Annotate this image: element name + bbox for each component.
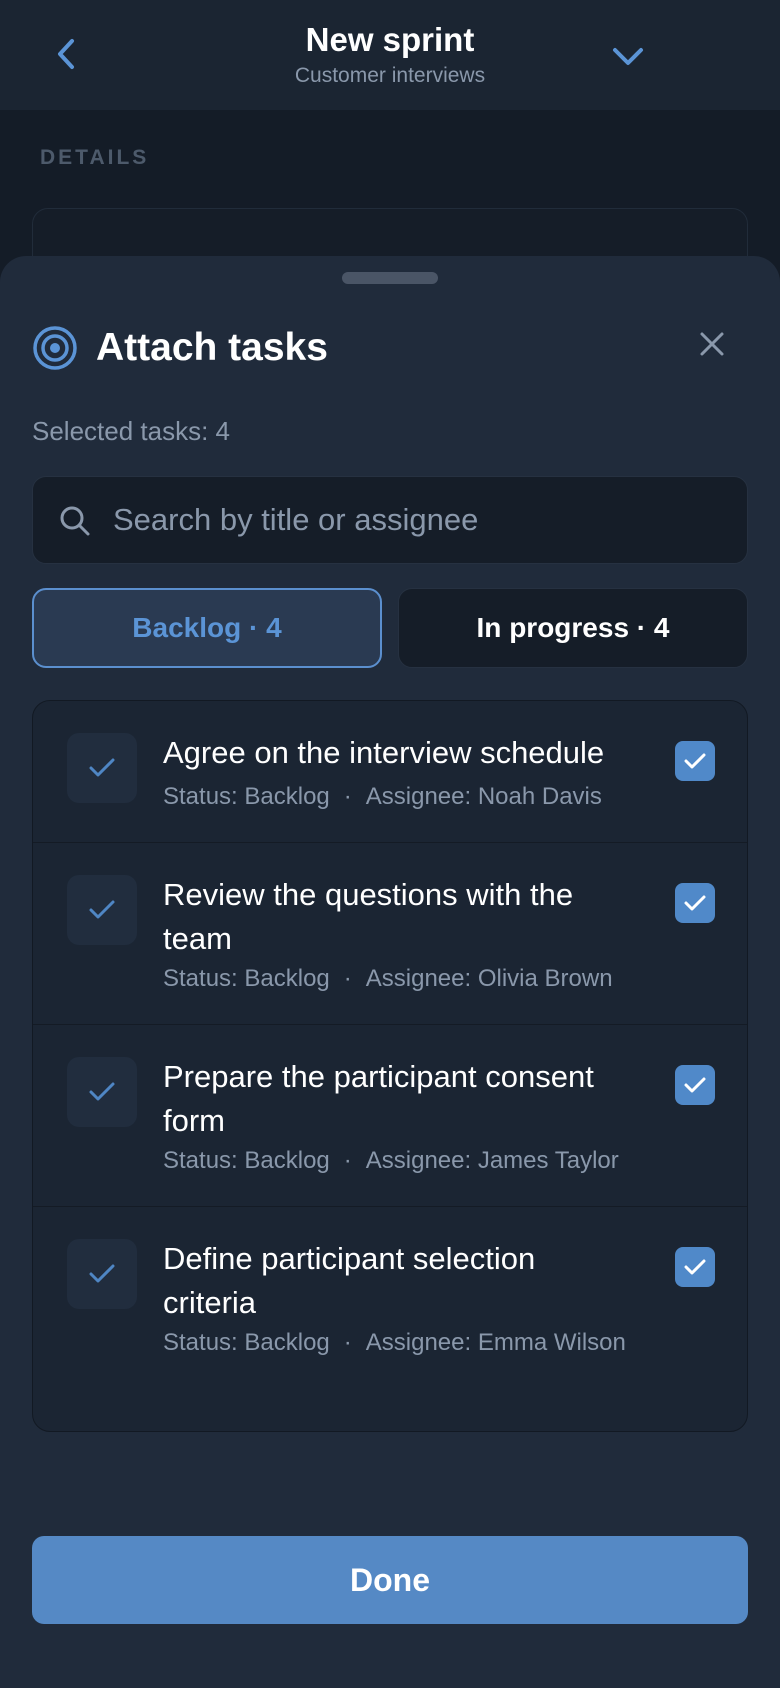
task-row[interactable]: Review the questions with the team Statu… xyxy=(33,843,747,1025)
meta-separator: · xyxy=(343,1147,352,1174)
task-meta: Status: Backlog · Assignee: James Taylor xyxy=(163,1147,619,1175)
task-assignee: Assignee: Olivia Brown xyxy=(365,965,613,992)
task-assignee: Assignee: James Taylor xyxy=(365,1147,619,1174)
task-row[interactable]: Agree on the interview schedule Status: … xyxy=(33,701,747,843)
task-thumbnail xyxy=(67,1057,137,1127)
chevron-left-icon xyxy=(58,39,74,69)
check-icon xyxy=(89,900,115,919)
task-title: Prepare the participant consent form xyxy=(163,1059,594,1138)
title-group: New sprint Customer interviews xyxy=(140,20,640,90)
status-tabs: Backlog · 4 In progress · 4 xyxy=(32,588,748,668)
check-icon xyxy=(89,758,115,777)
meta-separator: · xyxy=(343,965,352,992)
chevron-down-icon xyxy=(613,48,643,65)
details-section-label: DETAILS xyxy=(40,146,150,169)
screen: New sprint Customer interviews DETAILS A… xyxy=(0,0,780,1688)
top-bar: New sprint Customer interviews xyxy=(0,0,780,110)
task-checkbox[interactable] xyxy=(675,741,715,781)
task-meta: Status: Backlog · Assignee: Emma Wilson xyxy=(163,1329,626,1357)
task-title: Agree on the interview schedule xyxy=(163,735,605,770)
task-status: Status: Backlog xyxy=(163,1147,330,1174)
task-row[interactable]: Prepare the participant consent form Sta… xyxy=(33,1025,747,1207)
task-meta: Status: Backlog · Assignee: Olivia Brown xyxy=(163,965,613,993)
task-checkbox[interactable] xyxy=(675,1247,715,1287)
tab-backlog[interactable]: Backlog · 4 xyxy=(32,588,382,668)
meta-separator: · xyxy=(343,783,352,810)
checkmark-icon xyxy=(684,895,706,911)
search-input[interactable] xyxy=(113,477,723,563)
page-subtitle: Customer interviews xyxy=(294,64,486,87)
check-icon xyxy=(89,1264,115,1283)
task-list: Agree on the interview schedule Status: … xyxy=(32,700,748,1432)
sheet-title: Attach tasks xyxy=(96,326,328,369)
selected-count-label: Selected tasks: 4 xyxy=(32,416,230,446)
task-status: Status: Backlog xyxy=(163,965,330,992)
check-icon xyxy=(89,1082,115,1101)
done-button[interactable]: Done xyxy=(32,1536,748,1624)
close-button[interactable] xyxy=(690,322,734,366)
task-assignee: Assignee: Emma Wilson xyxy=(365,1329,626,1356)
page-title: New sprint xyxy=(305,21,475,58)
sheet-header: Attach tasks xyxy=(32,320,328,376)
checkmark-icon xyxy=(684,1077,706,1093)
task-thumbnail xyxy=(67,875,137,945)
task-row[interactable]: Define participant selection criteria St… xyxy=(33,1207,747,1431)
task-status: Status: Backlog xyxy=(163,1329,330,1356)
sheet-grabber-handle[interactable] xyxy=(342,272,438,284)
tab-in-progress[interactable]: In progress · 4 xyxy=(398,588,748,668)
search-box[interactable] xyxy=(32,476,748,564)
task-thumbnail xyxy=(67,733,137,803)
target-icon xyxy=(32,325,78,371)
task-assignee: Assignee: Noah Davis xyxy=(365,783,602,810)
close-icon xyxy=(700,332,724,356)
checkmark-icon xyxy=(684,753,706,769)
task-title: Define participant selection criteria xyxy=(163,1241,536,1320)
back-button[interactable] xyxy=(44,32,88,76)
header-menu-button[interactable] xyxy=(606,34,650,78)
task-title: Review the questions with the team xyxy=(163,877,574,956)
attach-tasks-sheet: Attach tasks Selected tasks: 4 Backlog ·… xyxy=(0,256,780,1688)
task-thumbnail xyxy=(67,1239,137,1309)
checkmark-icon xyxy=(684,1259,706,1275)
search-icon xyxy=(60,506,90,536)
selected-count: Selected tasks: 4 xyxy=(32,416,230,447)
task-meta: Status: Backlog · Assignee: Noah Davis xyxy=(163,783,602,811)
meta-separator: · xyxy=(343,1329,352,1356)
task-status: Status: Backlog xyxy=(163,783,330,810)
task-checkbox[interactable] xyxy=(675,883,715,923)
task-checkbox[interactable] xyxy=(675,1065,715,1105)
